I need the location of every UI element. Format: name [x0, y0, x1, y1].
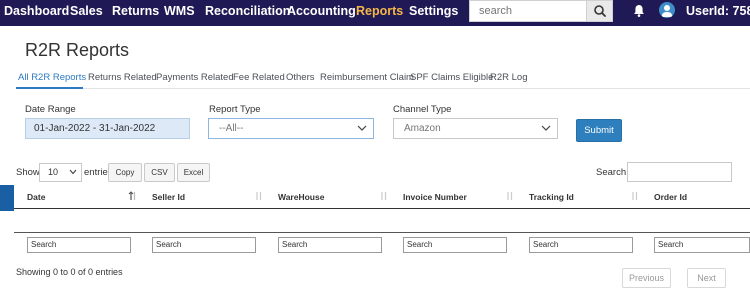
- column-search-order-id[interactable]: Search: [654, 237, 750, 253]
- table-empty-row: [14, 232, 750, 233]
- sort-icon[interactable]: [630, 191, 639, 201]
- previous-page-button[interactable]: Previous: [622, 268, 671, 288]
- csv-button[interactable]: CSV: [144, 163, 175, 182]
- table-info: Showing 0 to 0 of 0 entries: [16, 267, 123, 277]
- date-range-input[interactable]: 01-Jan-2022 - 31-Jan-2022: [25, 118, 190, 139]
- sort-icon[interactable]: [379, 191, 388, 201]
- nav-wms[interactable]: WMS: [164, 4, 195, 18]
- show-label: Show: [16, 167, 40, 178]
- user-id-label[interactable]: UserId: 75830: [686, 4, 750, 18]
- column-search-tracking-id[interactable]: Search: [529, 237, 633, 253]
- submit-button[interactable]: Submit: [576, 119, 622, 142]
- nav-dashboard[interactable]: Dashboard: [4, 4, 69, 18]
- column-header-tracking-id[interactable]: Tracking Id: [529, 192, 574, 202]
- avatar-glyph-icon: [661, 5, 673, 17]
- column-header-date[interactable]: Date: [27, 192, 45, 202]
- tab-returns-related[interactable]: Returns Related: [88, 72, 157, 83]
- chevron-down-icon: [541, 125, 551, 131]
- table-search-label: Search:: [596, 167, 629, 178]
- search-icon: [594, 5, 606, 17]
- chevron-down-icon: [357, 125, 367, 131]
- page-title: R2R Reports: [25, 40, 130, 60]
- table-search-input[interactable]: [627, 162, 732, 182]
- column-header-seller-id[interactable]: Seller Id: [152, 192, 185, 202]
- side-marker: [0, 185, 14, 211]
- top-navbar: Dashboard Sales Returns WMS Reconciliati…: [0, 0, 750, 26]
- nav-accounting[interactable]: Accounting: [287, 4, 356, 18]
- next-page-button[interactable]: Next: [687, 268, 726, 288]
- user-avatar-icon[interactable]: [659, 2, 675, 18]
- report-type-select[interactable]: --All--: [208, 118, 374, 139]
- global-search-input[interactable]: [470, 1, 587, 21]
- nav-returns[interactable]: Returns: [112, 4, 159, 18]
- tab-spf-claims-eligible[interactable]: SPF Claims Eligible: [410, 72, 493, 83]
- bell-icon[interactable]: [633, 4, 645, 17]
- global-search: [469, 0, 613, 22]
- tab-all-r2r-reports[interactable]: All R2R Reports: [18, 72, 86, 83]
- search-button[interactable]: [586, 1, 612, 21]
- column-search-warehouse[interactable]: Search: [278, 237, 382, 253]
- table-header-row: Date Seller Id WareHouse Invoice Number …: [14, 185, 750, 209]
- tab-reimbursement-claim[interactable]: Reimbursement Claim: [320, 72, 414, 83]
- report-type-value: --All--: [219, 123, 244, 134]
- column-header-warehouse[interactable]: WareHouse: [278, 192, 324, 202]
- report-type-label: Report Type: [209, 104, 261, 115]
- channel-type-value: Amazon: [404, 123, 441, 134]
- column-header-invoice-number[interactable]: Invoice Number: [403, 192, 467, 202]
- date-range-label: Date Range: [25, 104, 76, 115]
- page-length-select[interactable]: 10: [39, 163, 82, 182]
- page-length-value: 10: [48, 167, 59, 177]
- sort-icon[interactable]: [505, 191, 514, 201]
- nav-sales[interactable]: Sales: [70, 4, 103, 18]
- copy-button[interactable]: Copy: [108, 163, 142, 182]
- tab-r2r-log[interactable]: R2R Log: [490, 72, 528, 83]
- report-tabs: All R2R Reports Returns Related Payments…: [16, 67, 750, 89]
- sort-icon[interactable]: [254, 191, 263, 201]
- sort-ascending-icon[interactable]: [128, 191, 137, 201]
- chevron-down-icon: [69, 169, 77, 175]
- nav-settings[interactable]: Settings: [409, 4, 458, 18]
- tab-payments-related[interactable]: Payments Related: [156, 72, 234, 83]
- reports-table: Date Seller Id WareHouse Invoice Number …: [14, 185, 750, 255]
- tab-others[interactable]: Others: [286, 72, 315, 83]
- tab-fee-related[interactable]: Fee Related: [233, 72, 285, 83]
- column-search-date[interactable]: Search: [27, 237, 131, 253]
- column-search-seller-id[interactable]: Search: [152, 237, 256, 253]
- channel-type-label: Channel Type: [393, 104, 452, 115]
- excel-button[interactable]: Excel: [177, 163, 210, 182]
- column-header-order-id[interactable]: Order Id: [654, 192, 687, 202]
- active-tab-indicator: [16, 87, 83, 89]
- channel-type-select[interactable]: Amazon: [393, 118, 558, 139]
- nav-reconciliation[interactable]: Reconciliation: [205, 4, 290, 18]
- column-search-invoice-number[interactable]: Search: [403, 237, 507, 253]
- nav-reports[interactable]: Reports: [356, 4, 403, 18]
